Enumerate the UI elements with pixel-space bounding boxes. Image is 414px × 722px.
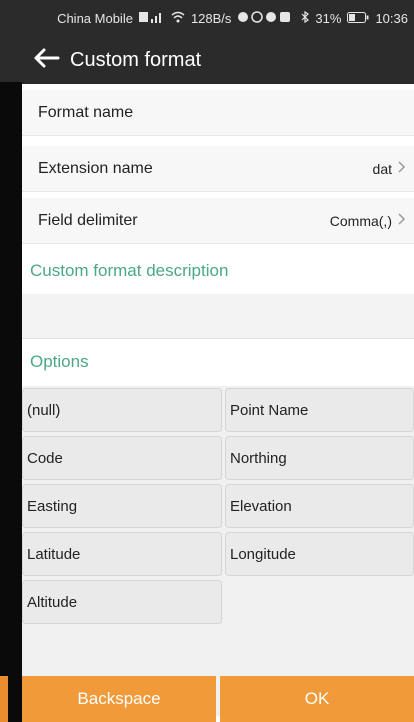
back-button[interactable] (22, 36, 70, 84)
option-elevation[interactable]: Elevation (225, 484, 414, 528)
background-left-strip-bottom (0, 676, 8, 722)
notification-icons (237, 10, 295, 26)
clock: 10:36 (375, 10, 408, 26)
phone-screen: China Mobile 128B/s 31% 10:36 Custom for… (22, 0, 414, 722)
signal-icon (138, 10, 165, 27)
background-left-strip (0, 0, 22, 722)
options-grid: (null) Point Name Code Northing Easting … (22, 386, 414, 716)
option-point-name[interactable]: Point Name (225, 388, 414, 432)
option-northing[interactable]: Northing (225, 436, 414, 480)
description-input[interactable] (22, 294, 414, 339)
backspace-button[interactable]: Backspace (22, 676, 216, 722)
battery-percent: 31% (315, 10, 342, 26)
field-delimiter-row[interactable]: Field delimiter Comma(,) (22, 198, 414, 244)
background-left-strip-top (0, 0, 22, 82)
arrow-left-icon (32, 47, 60, 74)
extension-name-label: Extension name (38, 159, 153, 177)
option-null[interactable]: (null) (22, 388, 222, 432)
bottom-button-bar: Backspace OK (22, 676, 414, 722)
network-speed: 128B/s (190, 10, 232, 26)
status-bar: China Mobile 128B/s 31% 10:36 (22, 0, 414, 36)
format-name-label: Format name (38, 103, 134, 121)
app-bar: Custom format (22, 36, 414, 84)
battery-icon (347, 11, 369, 26)
extension-name-value: dat (372, 160, 392, 177)
option-longitude[interactable]: Longitude (225, 532, 414, 576)
chevron-right-icon (398, 160, 414, 178)
option-code[interactable]: Code (22, 436, 222, 480)
field-delimiter-label: Field delimiter (38, 211, 138, 229)
ok-button[interactable]: OK (220, 676, 414, 722)
format-name-row[interactable]: Format name (22, 90, 414, 136)
options-section-title: Options (22, 342, 414, 382)
chevron-right-icon (398, 212, 414, 230)
carrier-label: China Mobile (57, 10, 133, 26)
page-title: Custom format (70, 48, 202, 71)
option-easting[interactable]: Easting (22, 484, 222, 528)
option-altitude[interactable]: Altitude (22, 580, 222, 624)
field-delimiter-value: Comma(,) (329, 212, 392, 229)
extension-name-row[interactable]: Extension name dat (22, 146, 414, 192)
option-latitude[interactable]: Latitude (22, 532, 222, 576)
description-section-title: Custom format description (22, 248, 414, 294)
wifi-icon (171, 11, 185, 26)
bluetooth-icon (301, 10, 310, 26)
